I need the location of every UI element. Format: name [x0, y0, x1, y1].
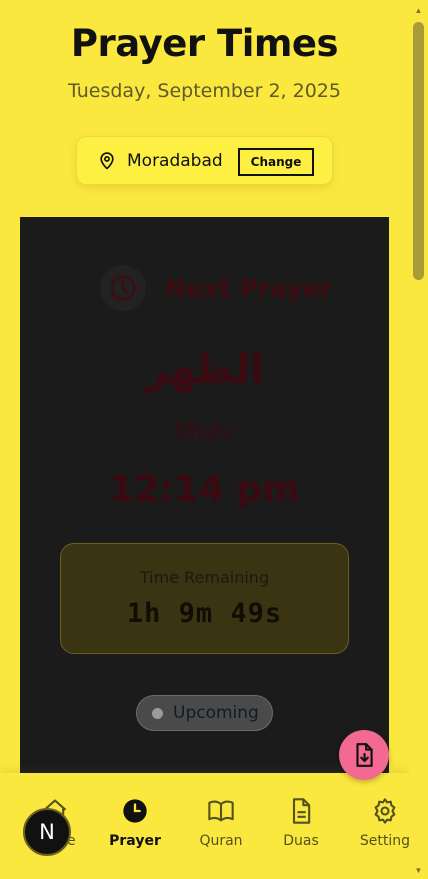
nav-label-quran: Quran [199, 833, 243, 849]
status-badge: Upcoming [136, 695, 273, 731]
countdown-timer: 1h 9m 49s [126, 598, 283, 629]
scrollbar[interactable]: ▲ ▼ [409, 0, 428, 879]
time-remaining-label: Time Remaining [139, 568, 270, 587]
location-name: Moradabad [127, 150, 223, 171]
gear-icon [374, 798, 396, 824]
page-title: Prayer Times [70, 22, 339, 65]
location-card: Moradabad Change [76, 136, 333, 185]
next-prayer-label: Next Prayer [165, 273, 332, 303]
clock-icon [123, 799, 147, 823]
nav-item-duas[interactable]: Duas [261, 797, 341, 849]
book-icon [208, 800, 234, 822]
status-text: Upcoming [173, 703, 259, 723]
clock-icon-wrap [100, 265, 146, 311]
nav-label-duas: Duas [283, 833, 319, 849]
prayer-time: 12:14 pm [109, 469, 300, 510]
prayer-arabic-name: الظهر [145, 347, 264, 393]
scroll-thumb[interactable] [413, 22, 424, 280]
nav-item-quran[interactable]: Quran [181, 797, 261, 849]
map-pin-icon [100, 151, 114, 169]
next-prayer-header: Next Prayer [100, 265, 332, 311]
next-prayer-card: Next Prayer الظهر Dhuhr 12:14 pm Time Re… [20, 217, 389, 779]
document-icon [292, 798, 311, 824]
scroll-up-icon[interactable]: ▲ [413, 6, 424, 16]
prayer-english-name: Dhuhr [173, 419, 236, 443]
clock-icon [110, 275, 136, 301]
nav-label-prayer: Prayer [109, 833, 161, 849]
scroll-down-icon[interactable]: ▼ [413, 866, 424, 876]
avatar[interactable]: N [23, 808, 71, 856]
nav-item-prayer[interactable]: Prayer [95, 797, 175, 849]
time-remaining-box: Time Remaining 1h 9m 49s [60, 543, 349, 654]
file-download-icon [356, 743, 373, 767]
page-date: Tuesday, September 2, 2025 [68, 80, 341, 102]
download-fab-button[interactable] [339, 730, 389, 780]
change-location-button[interactable]: Change [238, 148, 314, 176]
status-dot [152, 707, 163, 719]
